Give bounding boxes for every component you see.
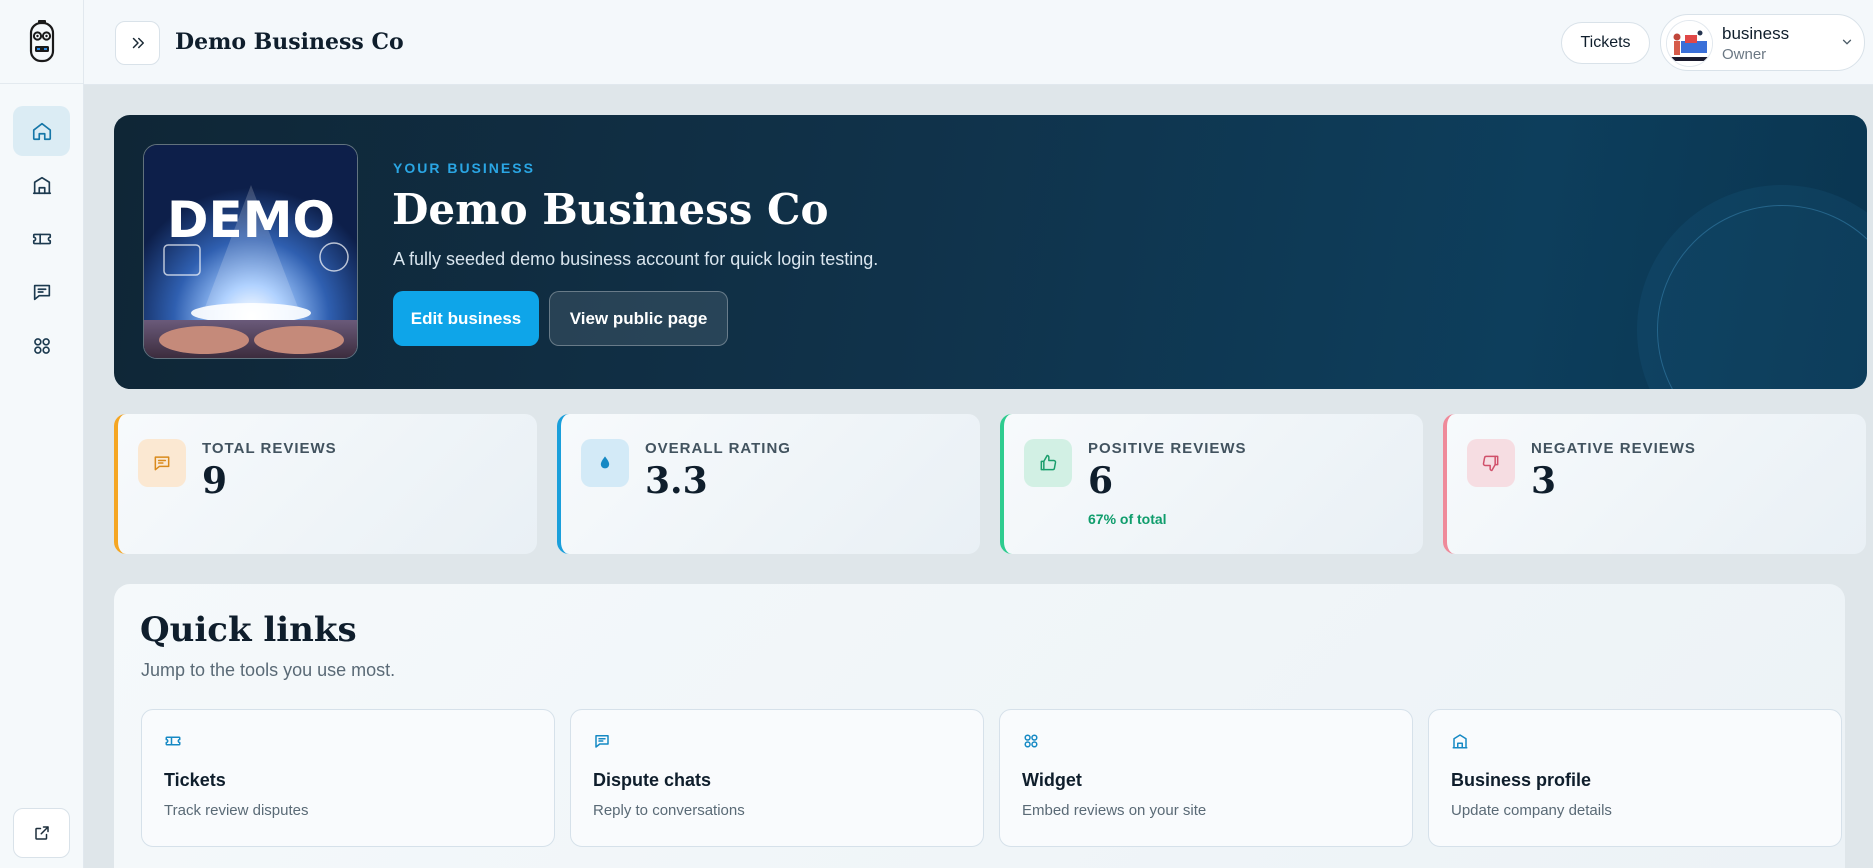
stat-value: 6 [1088, 460, 1114, 502]
stat-value: 3 [1531, 460, 1557, 502]
ticket-icon [32, 233, 51, 245]
stat-value: 9 [202, 460, 228, 502]
quick-link-title: Dispute chats [593, 770, 712, 790]
open-external-button[interactable] [13, 808, 70, 858]
stat-card-overall-rating: OVERALL RATING 3.3 [557, 414, 980, 554]
quick-link-business-profile[interactable]: Business profile Update company details [1428, 709, 1842, 847]
thumbs-up-icon [1024, 439, 1072, 487]
section-title: Quick links [140, 610, 357, 650]
building-icon [32, 176, 51, 195]
stat-subtext: 67% of total [1088, 511, 1167, 527]
quick-link-description: Embed reviews on your site [1022, 802, 1207, 819]
sidebar-item-business[interactable] [13, 160, 70, 210]
sidebar-item-tickets[interactable] [13, 214, 70, 264]
stat-label: POSITIVE REVIEWS [1088, 440, 1247, 457]
tickets-button[interactable]: Tickets [1561, 22, 1650, 64]
chat-icon [138, 439, 186, 487]
sidebar-item-chats[interactable] [13, 267, 70, 317]
business-logo-image: DEMO [143, 144, 358, 359]
quick-links-panel: Quick links Jump to the tools you use mo… [114, 584, 1845, 868]
drop-icon [581, 439, 629, 487]
top-header: Demo Business Co Tickets business Owner [84, 0, 1873, 85]
building-icon [1451, 732, 1469, 755]
hero-description: A fully seeded demo business account for… [393, 249, 879, 269]
stat-value: 3.3 [645, 460, 708, 502]
stat-label: OVERALL RATING [645, 440, 791, 457]
home-icon [32, 122, 51, 141]
business-hero: DEMO YOUR BUSINESS Demo Business Co A fu… [114, 115, 1867, 389]
avatar [1666, 20, 1713, 67]
quick-link-title: Business profile [1451, 770, 1592, 790]
user-menu[interactable]: business Owner [1660, 14, 1865, 71]
quick-link-title: Widget [1022, 770, 1082, 790]
quick-link-dispute-chats[interactable]: Dispute chats Reply to conversations [570, 709, 984, 847]
stat-label: NEGATIVE REVIEWS [1531, 440, 1696, 457]
chat-icon [33, 284, 50, 301]
hero-title: Demo Business Co [392, 185, 829, 234]
sidebar [0, 0, 84, 868]
quick-link-description: Reply to conversations [593, 802, 745, 819]
page-title: Demo Business Co [175, 29, 404, 55]
sidebar-item-home[interactable] [13, 106, 70, 156]
user-name: business [1722, 24, 1790, 43]
chat-icon [593, 732, 611, 755]
hero-eyebrow: YOUR BUSINESS [393, 160, 535, 176]
section-subtitle: Jump to the tools you use most. [141, 660, 396, 680]
quick-link-widget[interactable]: Widget Embed reviews on your site [999, 709, 1413, 847]
expand-sidebar-button[interactable] [115, 21, 160, 65]
thumbs-down-icon [1467, 439, 1515, 487]
sidebar-item-widget[interactable] [13, 321, 70, 371]
stat-card-total-reviews: TOTAL REVIEWS 9 [114, 414, 537, 554]
chevrons-right-icon [132, 37, 144, 49]
chevron-down-icon [1842, 39, 1852, 45]
ticket-icon [164, 732, 182, 755]
robot-logo-icon [29, 19, 54, 62]
edit-business-button[interactable]: Edit business [393, 291, 539, 346]
widget-grid-icon [1022, 732, 1040, 755]
logo[interactable] [0, 0, 83, 84]
view-public-page-button[interactable]: View public page [549, 291, 728, 346]
widget-grid-icon [33, 338, 50, 354]
stat-card-negative-reviews: NEGATIVE REVIEWS 3 [1443, 414, 1866, 554]
stat-card-positive-reviews: POSITIVE REVIEWS 6 67% of total [1000, 414, 1423, 554]
quick-link-description: Track review disputes [164, 802, 309, 819]
quick-link-tickets[interactable]: Tickets Track review disputes [141, 709, 555, 847]
quick-link-title: Tickets [164, 770, 226, 790]
user-role: Owner [1722, 46, 1767, 63]
image-demo-text: DEMO [167, 191, 335, 249]
external-link-icon [34, 826, 49, 840]
stat-label: TOTAL REVIEWS [202, 440, 337, 457]
quick-link-description: Update company details [1451, 802, 1612, 819]
